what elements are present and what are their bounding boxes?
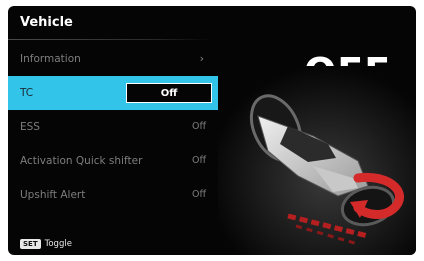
menu-item-value: Off: [191, 155, 206, 166]
settings-menu: Information › TC Off ESS Off Activation …: [8, 42, 220, 212]
menu-item-information[interactable]: Information ›: [8, 42, 212, 76]
page-title: Vehicle: [20, 15, 73, 30]
set-key-badge: SET: [20, 239, 41, 249]
menu-item-value: Off: [191, 121, 206, 132]
chevron-right-icon: ›: [199, 52, 204, 65]
menu-item-label: TC: [20, 87, 34, 99]
title-divider: [8, 39, 212, 40]
menu-item-label: Information: [20, 53, 81, 65]
menu-item-quick-shifter[interactable]: Activation Quick shifter Off: [8, 144, 212, 178]
menu-item-upshift-alert[interactable]: Upshift Alert Off: [8, 178, 212, 212]
display-screen: Vehicle Information › TC Off ESS Off Act…: [8, 6, 416, 255]
menu-item-tc[interactable]: TC Off: [8, 76, 220, 110]
tc-value-field[interactable]: Off: [126, 83, 212, 103]
menu-item-label: Upshift Alert: [20, 189, 86, 201]
menu-item-label: ESS: [20, 121, 40, 133]
menu-item-value: Off: [191, 189, 206, 200]
menu-item-label: Activation Quick shifter: [20, 155, 143, 167]
menu-item-ess[interactable]: ESS Off: [8, 110, 212, 144]
motorcycle-traction-icon: [218, 66, 416, 255]
footer-hint: SET Toggle: [20, 236, 72, 252]
footer-action-label: Toggle: [44, 239, 72, 249]
